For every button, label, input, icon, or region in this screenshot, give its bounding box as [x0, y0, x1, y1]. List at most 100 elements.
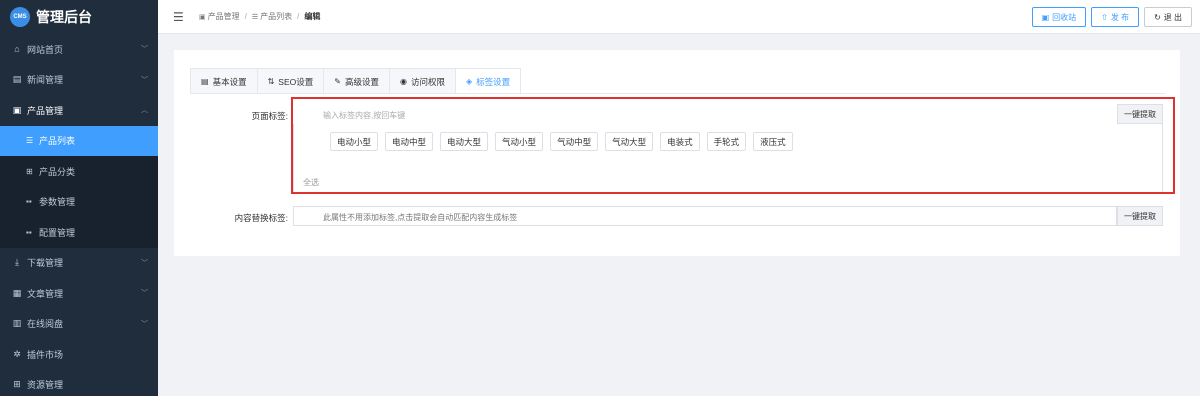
- page-tags-input[interactable]: 输入标签内容,按回车键: [293, 104, 1117, 124]
- sidebar-item-label: 在线阅盘: [27, 319, 64, 330]
- chevron-down-icon: ﹀: [141, 320, 148, 328]
- sidebar-subitem-label: 配置管理: [39, 227, 76, 238]
- resource-icon: ⊞: [13, 379, 21, 390]
- sidebar-item-label: 下载管理: [27, 258, 64, 269]
- breadcrumb-item[interactable]: 产品列表: [260, 11, 292, 22]
- edit-card: ▤ 基本设置 ⇅ SEO设置 ✎ 高级设置 ◉ 访问权限 ◈ 标签设置 页面标签…: [174, 50, 1180, 256]
- sidebar-subitem-label: 产品列表: [39, 136, 76, 147]
- document-icon: ▣: [12, 104, 22, 115]
- publish-button[interactable]: ⇧ 发 布: [1091, 7, 1140, 27]
- tag-chip[interactable]: 电装式: [660, 132, 700, 151]
- seo-icon: ⇅: [267, 77, 275, 86]
- logo[interactable]: CMS 管理后台: [0, 0, 158, 34]
- grid-icon: ▥: [12, 318, 22, 329]
- list-icon: ☰: [251, 13, 259, 21]
- article-icon: ▦: [12, 287, 22, 298]
- publish-label: 发 布: [1110, 12, 1130, 22]
- replace-tags-label: 内容替换标签:: [234, 213, 288, 223]
- tag-chip[interactable]: 电动小型: [330, 132, 379, 151]
- sidebar-subitem-label: 产品分类: [39, 166, 76, 177]
- sidebar-item-label: 网站首页: [27, 44, 64, 55]
- sidebar-item-news[interactable]: ▤ 新闻管理 ﹀: [0, 65, 158, 96]
- sidebar-menu: ⌂ 网站首页 ﹀ ▤ 新闻管理 ﹀ ▣ 产品管理 ︿ ☰ 产品列表 ⊞ 产品分类…: [0, 34, 158, 396]
- replace-tags-extract-button[interactable]: 一键提取: [1117, 206, 1163, 226]
- tag-chip[interactable]: 手轮式: [706, 132, 747, 151]
- rocket-icon: ⇧: [1101, 12, 1108, 22]
- page-tags-label: 页面标签:: [251, 111, 288, 121]
- top-header: ☰ ▣ 产品管理 / ☰ 产品列表 / 编辑 ▣ 回收站 ⇧ 发 布 ↻ 退 出: [158, 0, 1200, 34]
- breadcrumb: ▣ 产品管理 / ☰ 产品列表 / 编辑: [199, 11, 320, 22]
- pen-icon: ✎: [334, 77, 341, 86]
- tab-advanced[interactable]: ✎ 高级设置: [324, 69, 390, 94]
- tab-basic[interactable]: ▤ 基本设置: [191, 69, 258, 94]
- chevron-down-icon: ﹀: [141, 46, 148, 54]
- menu-fold-icon[interactable]: ☰: [173, 10, 187, 24]
- download-icon: ⤓: [15, 257, 19, 268]
- chevron-up-icon: ︿: [141, 107, 148, 115]
- category-icon: ⊞: [26, 166, 33, 176]
- eye-icon: ◉: [399, 77, 407, 86]
- recycle-icon: ▣: [1041, 12, 1050, 22]
- logout-icon: ↻: [1154, 12, 1161, 22]
- logout-button[interactable]: ↻ 退 出: [1144, 7, 1192, 27]
- sidebar-item-label: 新闻管理: [27, 75, 64, 86]
- file-icon: ▤: [201, 77, 209, 86]
- sidebar-item-home[interactable]: ⌂ 网站首页 ﹀: [0, 34, 158, 65]
- tab-seo[interactable]: ⇅ SEO设置: [258, 69, 325, 94]
- tag-chip[interactable]: 电动大型: [440, 132, 489, 151]
- sidebar-item-downloads[interactable]: ⤓ 下载管理 ﹀: [0, 248, 158, 279]
- document-icon: ▣: [199, 13, 206, 21]
- tab-label: 标签设置: [476, 76, 511, 87]
- cms-logo-icon: CMS: [10, 7, 30, 27]
- sidebar-item-plugins[interactable]: ✲ 插件市场: [0, 339, 158, 370]
- sidebar-subitem-config[interactable]: ▪▪ 配置管理: [0, 217, 158, 248]
- tab-access[interactable]: ◉ 访问权限: [390, 69, 456, 94]
- sidebar-item-label: 产品管理: [27, 105, 64, 116]
- sidebar-subitem-params[interactable]: ▪▪ 参数管理: [0, 187, 158, 218]
- list-icon: ☰: [26, 136, 34, 146]
- chevron-down-icon: ﹀: [141, 290, 148, 298]
- page-tags-placeholder: 输入标签内容,按回车键: [323, 111, 406, 120]
- chevron-down-icon: ﹀: [141, 76, 148, 84]
- sidebar: CMS 管理后台 ⌂ 网站首页 ﹀ ▤ 新闻管理 ﹀ ▣ 产品管理 ︿ ☰ 产品…: [0, 0, 158, 396]
- sidebar-item-label: 资源管理: [27, 380, 64, 391]
- tabs-divider: [190, 93, 1165, 94]
- breadcrumb-item[interactable]: 产品管理: [208, 11, 240, 22]
- app-title: 管理后台: [36, 9, 92, 25]
- tag-chip[interactable]: 电动中型: [385, 132, 434, 151]
- settings-tabs: ▤ 基本设置 ⇅ SEO设置 ✎ 高级设置 ◉ 访问权限 ◈ 标签设置: [190, 68, 522, 94]
- tab-label: SEO设置: [278, 76, 314, 87]
- tag-chip[interactable]: 气动大型: [605, 132, 654, 151]
- sidebar-item-label: 插件市场: [27, 349, 64, 360]
- tab-label: 基本设置: [212, 76, 247, 87]
- tab-label: 访问权限: [410, 76, 445, 87]
- tag-chip[interactable]: 气动小型: [495, 132, 544, 151]
- newspaper-icon: ▤: [12, 74, 22, 85]
- home-icon: ⌂: [14, 44, 20, 55]
- tag-chip[interactable]: 液压式: [753, 132, 793, 151]
- replace-tags-input[interactable]: 此属性不用添加标签,点击提取会自动匹配内容生成标签: [293, 206, 1117, 226]
- sidebar-subitem-product-category[interactable]: ⊞ 产品分类: [0, 156, 158, 187]
- tab-label: 高级设置: [344, 76, 379, 87]
- pin-icon: ✲: [13, 348, 21, 359]
- config-icon: ▪▪: [26, 227, 32, 237]
- sidebar-item-label: 文章管理: [27, 288, 64, 299]
- sidebar-subitem-product-list[interactable]: ☰ 产品列表: [0, 125, 158, 156]
- sidebar-subitem-label: 参数管理: [39, 197, 76, 208]
- breadcrumb-separator: /: [297, 12, 300, 21]
- sidebar-item-products[interactable]: ▣ 产品管理 ︿: [0, 95, 158, 126]
- page-tags-extract-button[interactable]: 一键提取: [1117, 104, 1163, 124]
- sidebar-item-articles[interactable]: ▦ 文章管理 ﹀: [0, 278, 158, 309]
- breadcrumb-current: 编辑: [304, 12, 321, 21]
- sidebar-item-online[interactable]: ▥ 在线阅盘 ﹀: [0, 309, 158, 340]
- select-all-link[interactable]: 全选: [303, 177, 319, 188]
- chevron-down-icon: ﹀: [141, 259, 148, 267]
- recycle-bin-label: 回收站: [1052, 12, 1077, 22]
- breadcrumb-separator: /: [244, 12, 247, 21]
- tag-chip[interactable]: 气动中型: [550, 132, 599, 151]
- header-actions: ▣ 回收站 ⇧ 发 布 ↻ 退 出: [1031, 7, 1192, 27]
- tab-tags[interactable]: ◈ 标签设置: [455, 69, 521, 94]
- recycle-bin-button[interactable]: ▣ 回收站: [1031, 7, 1087, 27]
- tag-icon: ◈: [465, 77, 473, 86]
- sidebar-item-resources[interactable]: ⊞ 资源管理: [0, 370, 158, 396]
